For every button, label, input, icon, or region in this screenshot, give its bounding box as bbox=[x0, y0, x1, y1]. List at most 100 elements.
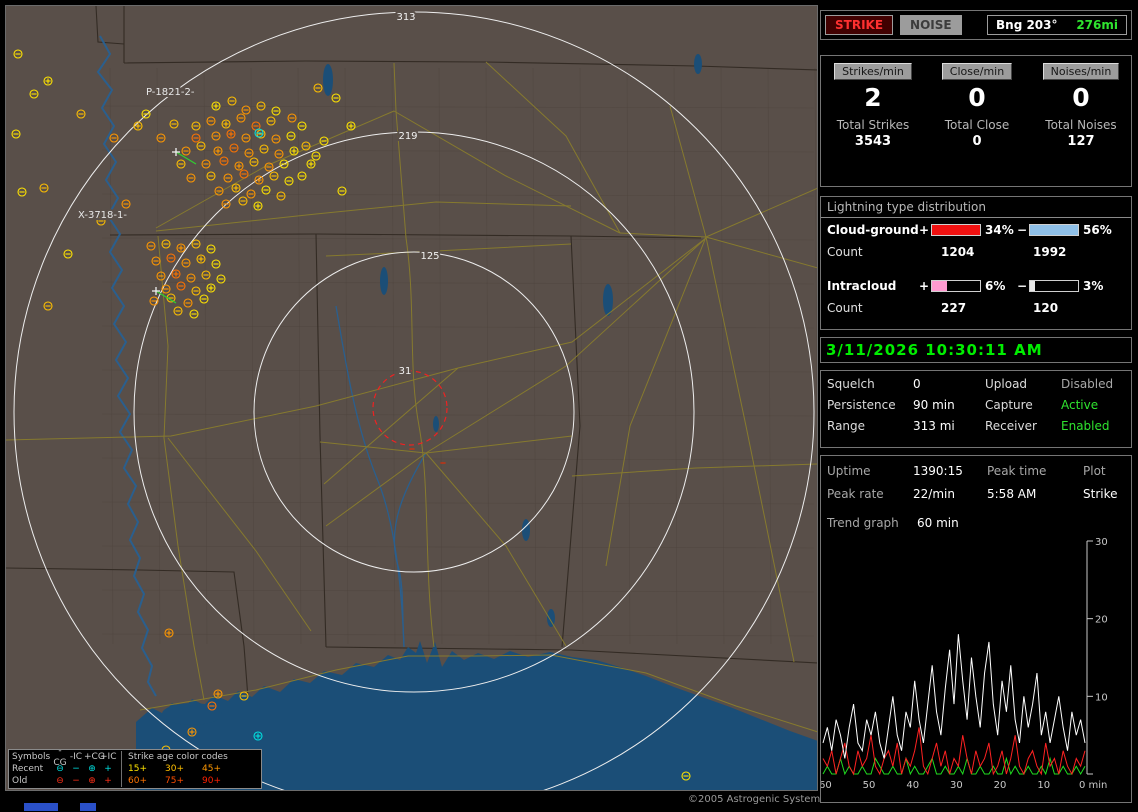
settings-row: Squelch 0 Upload Disabled bbox=[821, 377, 1131, 393]
strikes-counter-column: Strikes/min 2 Total Strikes 3543 bbox=[821, 56, 925, 149]
minus-sign: − bbox=[1017, 223, 1028, 237]
trend-x-tick-label: 10 bbox=[1037, 780, 1050, 791]
lake bbox=[547, 609, 555, 627]
peak-rate-label: Peak rate bbox=[827, 487, 884, 501]
distance-value: 276mi bbox=[1076, 18, 1118, 32]
statistics-section: Uptime 1390:15 Peak time Plot Peak rate … bbox=[820, 455, 1132, 803]
plot-value: Strike bbox=[1083, 487, 1118, 501]
ring-range-label: 313 bbox=[396, 12, 415, 23]
strikes-per-min-button[interactable]: Strikes/min bbox=[834, 63, 912, 80]
total-noises-value: 127 bbox=[1067, 134, 1095, 149]
ic-minus-pct: 3% bbox=[1083, 279, 1104, 293]
legend-strike-symbol-icon: ⊕ bbox=[88, 776, 96, 786]
legend-age-area: 15+ 30+ 45+ bbox=[121, 763, 258, 775]
cg-plus-pct: 34% bbox=[985, 223, 1014, 237]
cloud-ground-label: Cloud-ground bbox=[827, 223, 919, 237]
trend-x-tick-label: 40 bbox=[906, 780, 919, 791]
cloud-ground-row: Cloud-ground + 34% − 56% bbox=[821, 223, 1131, 239]
distribution-section: Lightning type distribution Cloud-ground… bbox=[820, 196, 1132, 330]
taskbar-fragment bbox=[80, 803, 96, 811]
cloud-ground-count-row: Count 1204 1992 bbox=[821, 245, 1131, 261]
ic-plus-pct: 6% bbox=[985, 279, 1006, 293]
settings-row: Persistence 90 min Capture Active bbox=[821, 398, 1131, 414]
intracloud-label: Intracloud bbox=[827, 279, 897, 293]
count-label: Count bbox=[827, 301, 863, 315]
capture-status: Active bbox=[1061, 398, 1099, 412]
intracloud-row: Intracloud + 6% − 3% bbox=[821, 279, 1131, 295]
legend-symbol-header: +IC bbox=[100, 752, 117, 762]
trend-window-value: 60 min bbox=[917, 516, 959, 530]
legend-age-value: 30+ bbox=[165, 764, 184, 774]
trend-series-strike-rate bbox=[822, 634, 1086, 759]
status-panel: STRIKE NOISE Bng 203° 276mi Strikes/min … bbox=[820, 0, 1138, 812]
uptime-label: Uptime bbox=[827, 464, 871, 478]
legend-age-area: Strike age color codes bbox=[121, 751, 258, 763]
trend-x-tick-label: 30 bbox=[950, 780, 963, 791]
lake bbox=[522, 519, 530, 541]
legend-row-label: Old bbox=[12, 776, 28, 786]
noises-counter-column: Noises/min 0 Total Noises 127 bbox=[1029, 56, 1133, 149]
legend-age-value: 75+ bbox=[165, 776, 184, 786]
legend-symbol-header: +CG bbox=[84, 752, 105, 762]
peak-rate-value: 22/min bbox=[913, 487, 955, 501]
taskbar-fragment bbox=[24, 803, 58, 811]
cell-track-label: P-1821-2- bbox=[146, 87, 195, 98]
cg-plus-bar bbox=[931, 224, 981, 236]
squelch-label: Squelch bbox=[827, 377, 875, 391]
cg-minus-bar bbox=[1029, 224, 1079, 236]
lightning-map[interactable]: 313 219 125 31 P-1821-2- X-3718-1- Symbols -C… bbox=[5, 5, 818, 791]
cg-minus-bar-fill bbox=[1030, 225, 1078, 235]
trend-x-tick-label: 60 bbox=[821, 780, 832, 791]
lake bbox=[694, 54, 702, 74]
settings-section: Squelch 0 Upload Disabled Persistence 90… bbox=[820, 370, 1132, 448]
plus-sign: + bbox=[919, 223, 930, 237]
upload-label: Upload bbox=[985, 377, 1028, 391]
map-canvas: 313 219 125 31 P-1821-2- X-3718-1- bbox=[6, 6, 817, 790]
ring-range-label: 31 bbox=[399, 366, 412, 377]
ring-range-label: 125 bbox=[420, 251, 439, 262]
trend-y-tick-label: 30 bbox=[1095, 537, 1108, 548]
persistence-label: Persistence bbox=[827, 398, 896, 412]
range-value: 313 mi bbox=[913, 419, 955, 433]
plot-label: Plot bbox=[1083, 464, 1106, 478]
noise-indicator[interactable]: NOISE bbox=[900, 15, 962, 35]
upload-status: Disabled bbox=[1061, 377, 1114, 391]
bearing-value: Bng 203° bbox=[996, 18, 1058, 32]
legend-age-value: 45+ bbox=[202, 764, 221, 774]
legend-age-value: 90+ bbox=[202, 776, 221, 786]
strike-indicator[interactable]: STRIKE bbox=[825, 15, 894, 35]
map-legend: Symbols -CG -IC +CG +IC Strike age color code… bbox=[8, 746, 262, 789]
close-per-min-value: 0 bbox=[968, 83, 986, 112]
cg-minus-pct: 56% bbox=[1083, 223, 1112, 237]
close-per-min-button[interactable]: Close/min bbox=[941, 63, 1013, 80]
legend-strike-symbol-icon: ⊖ bbox=[56, 776, 64, 786]
total-close-value: 0 bbox=[972, 134, 982, 149]
ic-minus-bar bbox=[1029, 280, 1079, 292]
minus-sign: − bbox=[1017, 279, 1028, 293]
intracloud-count-row: Count 227 120 bbox=[821, 301, 1131, 317]
legend-strike-symbol-icon: ⊖ bbox=[56, 764, 64, 774]
ic-minus-bar-fill bbox=[1030, 281, 1035, 291]
trend-x-tick-label: 50 bbox=[863, 780, 876, 791]
legend-age-area: 60+ 75+ 90+ bbox=[121, 775, 258, 787]
legend-age-title: Strike age color codes bbox=[128, 752, 228, 762]
legend-strike-symbol-icon: ⊕ bbox=[88, 764, 96, 774]
datetime-section: 3/11/2026 10:30:11 AM bbox=[820, 337, 1132, 363]
trend-graph-label: Trend graph bbox=[827, 516, 899, 530]
noises-per-min-button[interactable]: Noises/min bbox=[1042, 63, 1120, 80]
lake bbox=[433, 416, 439, 432]
copyright-text: ©2005 Astrogenic Systems bbox=[688, 794, 826, 805]
total-close-label: Total Close bbox=[944, 118, 1010, 132]
receiver-status: Enabled bbox=[1061, 419, 1110, 433]
legend-symbol-header: -IC bbox=[69, 752, 83, 762]
lake bbox=[323, 64, 333, 96]
range-label: Range bbox=[827, 419, 866, 433]
total-strikes-label: Total Strikes bbox=[836, 118, 910, 132]
cell-track-label: X-3718-1- bbox=[78, 210, 127, 221]
counters-section: Strikes/min 2 Total Strikes 3543 Close/m… bbox=[820, 55, 1132, 187]
trend-y-tick-label: 10 bbox=[1095, 692, 1108, 703]
trend-x-tick-label: 0 min bbox=[1079, 780, 1107, 791]
noises-per-min-value: 0 bbox=[1072, 83, 1090, 112]
receiver-label: Receiver bbox=[985, 419, 1037, 433]
total-strikes-value: 3543 bbox=[854, 134, 892, 149]
